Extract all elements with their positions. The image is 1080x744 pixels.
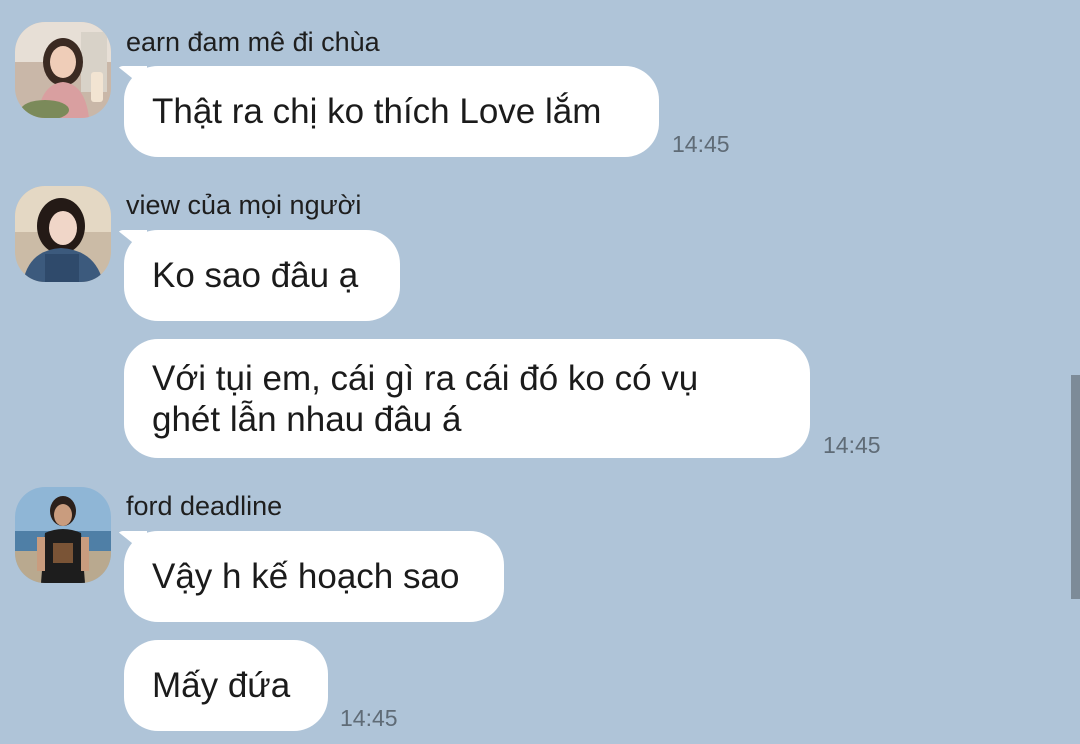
message-bubble[interactable]: Ko sao đâu ạ bbox=[124, 230, 400, 321]
message-bubble[interactable]: Với tụi em, cái gì ra cái đó ko có vụ gh… bbox=[124, 339, 810, 458]
sender-name: ford deadline bbox=[126, 491, 283, 521]
message-text: Mấy đứa bbox=[152, 666, 291, 705]
scrollbar[interactable] bbox=[1071, 375, 1080, 599]
message-text: Thật ra chị ko thích Love lắm bbox=[152, 92, 602, 131]
message-bubble[interactable]: Mấy đứa bbox=[124, 640, 328, 731]
avatar-earn[interactable] bbox=[15, 22, 111, 118]
sender-name: earn đam mê đi chùa bbox=[126, 27, 380, 57]
message-text: Ko sao đâu ạ bbox=[152, 256, 359, 295]
avatar-ford[interactable] bbox=[15, 487, 111, 583]
avatar-view[interactable] bbox=[15, 186, 111, 282]
message-timestamp: 14:45 bbox=[672, 131, 730, 157]
message-bubble[interactable]: Vậy h kế hoạch sao bbox=[124, 531, 504, 622]
sender-name: view của mọi người bbox=[126, 190, 362, 220]
message-text: Với tụi em, cái gì ra cái đó ko có vụ gh… bbox=[152, 358, 699, 439]
avatar-photo-icon bbox=[15, 22, 111, 118]
message-timestamp: 14:45 bbox=[823, 432, 881, 458]
avatar-photo-icon bbox=[15, 487, 111, 583]
message-text: Vậy h kế hoạch sao bbox=[152, 557, 460, 596]
chat-area: earn đam mê đi chùa Thật ra chị ko thích… bbox=[0, 0, 1080, 744]
message-timestamp: 14:45 bbox=[340, 705, 398, 731]
avatar-photo-icon bbox=[15, 186, 111, 282]
message-bubble[interactable]: Thật ra chị ko thích Love lắm bbox=[124, 66, 659, 157]
